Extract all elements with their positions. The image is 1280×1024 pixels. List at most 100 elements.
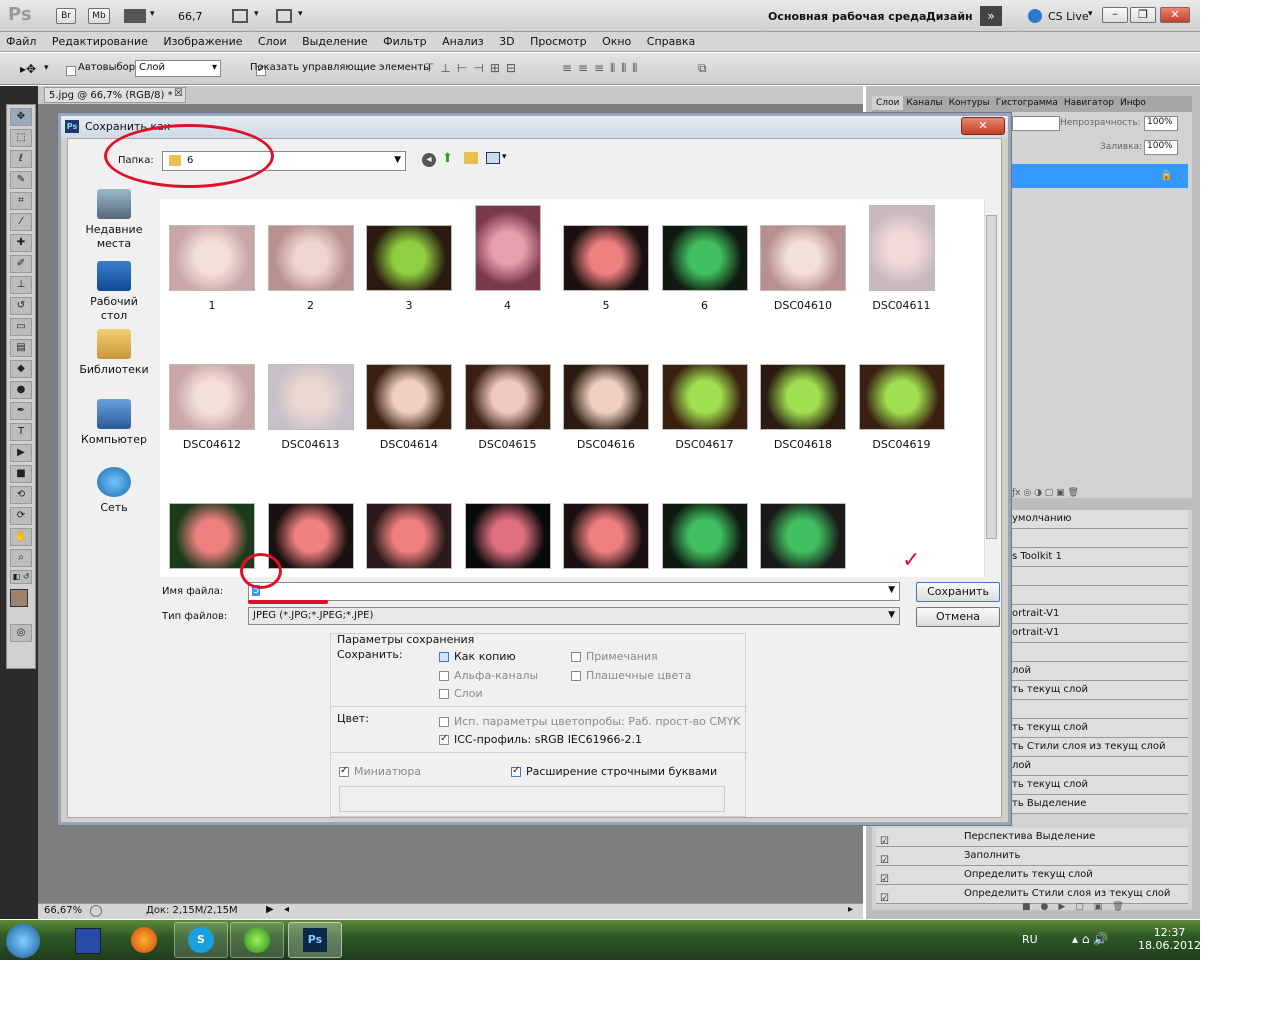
alpha-option[interactable]: Альфа-каналы <box>439 669 538 682</box>
place-recent[interactable]: Недавние места <box>76 189 152 251</box>
file-thumbnail[interactable] <box>365 483 453 577</box>
file-thumbnail[interactable]: DSC04616 <box>562 344 650 451</box>
clock[interactable]: 12:37 18.06.2012 <box>1138 926 1201 952</box>
new-folder-icon[interactable] <box>464 152 478 164</box>
action-row[interactable]: ть текущ слой <box>1008 719 1188 738</box>
chevron-down-icon[interactable]: ▾ <box>502 152 507 162</box>
mini-bridge-button[interactable]: Mb <box>88 8 110 24</box>
chevron-down-icon[interactable]: ▾ <box>298 9 303 19</box>
zoom-tool-icon[interactable]: ⌕ <box>10 549 32 567</box>
action-row[interactable]: ть Выделение <box>1008 795 1188 814</box>
action-row[interactable] <box>1008 529 1188 548</box>
scroll-right-icon[interactable]: ▸ <box>848 904 853 915</box>
cancel-button[interactable]: Отмена <box>916 607 1000 627</box>
action-row[interactable]: лой <box>1008 662 1188 681</box>
shape-tool-icon[interactable]: ■ <box>10 465 32 483</box>
hand-tool-icon[interactable]: ✋ <box>10 528 32 546</box>
opacity-value[interactable]: 100% <box>1144 116 1178 131</box>
scrollbar-thumb[interactable] <box>986 215 997 539</box>
path-select-icon[interactable]: ▶ <box>10 444 32 462</box>
type-tool-icon[interactable]: T <box>10 423 32 441</box>
blend-mode-dropdown[interactable] <box>1012 116 1060 131</box>
file-thumbnail[interactable] <box>562 483 650 577</box>
distribute-icons[interactable]: ≡≡≡⫴⫴⫴ <box>562 61 643 76</box>
menu-3d[interactable]: 3D <box>493 32 520 48</box>
filetype-dropdown[interactable]: JPEG (*.JPG;*.JPEG;*.JPE) ▼ <box>248 607 900 625</box>
menu-select[interactable]: Выделение <box>296 32 374 48</box>
action-row[interactable] <box>1008 586 1188 605</box>
gradient-tool-icon[interactable]: ▤ <box>10 339 32 357</box>
file-thumbnail[interactable]: DSC04617 <box>661 344 749 451</box>
view-menu-icon[interactable] <box>486 152 500 164</box>
arrange-documents-icon[interactable] <box>232 9 248 23</box>
close-button[interactable]: ✕ <box>1160 7 1190 23</box>
notes-checkbox[interactable] <box>571 652 581 662</box>
chevron-down-icon[interactable]: ▾ <box>254 9 259 19</box>
foreground-color-swatch[interactable] <box>10 589 28 607</box>
fill-value[interactable]: 100% <box>1144 140 1178 155</box>
file-thumbnail[interactable]: 5 <box>562 205 650 312</box>
place-libraries[interactable]: Библиотеки <box>76 329 152 377</box>
action-row[interactable]: ть текущ слой <box>1008 776 1188 795</box>
move-tool-icon[interactable]: ▸✥ <box>20 62 36 76</box>
move-tool-icon[interactable]: ✥ <box>10 108 32 126</box>
taskbar-floppy[interactable] <box>62 922 114 958</box>
notes-option[interactable]: Примечания <box>571 650 658 663</box>
close-tab-icon[interactable]: ☒ <box>174 88 183 99</box>
thumbnail-checkbox[interactable] <box>339 765 349 777</box>
start-button[interactable] <box>6 924 40 958</box>
pen-tool-icon[interactable]: ✒ <box>10 402 32 420</box>
status-menu-arrow-icon[interactable]: ▶ <box>266 904 274 915</box>
tab-paths[interactable]: Контуры <box>946 96 993 110</box>
zoom-level[interactable]: 66,7 <box>178 10 203 23</box>
action-row[interactable]: ortrait-V1 <box>1008 624 1188 643</box>
lowercase-option[interactable]: Расширение строчными буквами <box>511 765 717 778</box>
document-tab[interactable]: 5.jpg @ 66,7% (RGB/8) * <box>44 87 186 103</box>
action-toggle-checks[interactable]: ☑ ☑ ☑ ☑ <box>880 832 889 908</box>
file-thumbnail[interactable]: DSC04613 <box>267 344 355 451</box>
swap-colors-icon[interactable]: ◧ ↺ <box>10 570 32 584</box>
brush-tool-icon[interactable]: ✐ <box>10 255 32 273</box>
place-computer[interactable]: Компьютер <box>76 399 152 447</box>
cs-live-menu[interactable]: CS Live <box>1048 10 1089 23</box>
thumbnail-option[interactable]: Миниатюра <box>339 765 421 778</box>
tab-layers[interactable]: Слои <box>872 96 904 110</box>
icc-checkbox[interactable] <box>439 733 449 745</box>
menu-file[interactable]: Файл <box>0 32 42 48</box>
actions-footer-icons[interactable]: ■●▶▢▣🗑 <box>1022 902 1134 912</box>
file-thumbnail[interactable]: DSC04619 <box>858 344 946 451</box>
tab-info[interactable]: Инфо <box>1117 96 1149 110</box>
as-copy-option[interactable]: Как копию <box>439 650 516 663</box>
action-row[interactable]: ть Стили слоя из текущ слой <box>1008 738 1188 757</box>
autoselect-dropdown[interactable]: Слой ▾ <box>135 60 221 77</box>
file-thumbnail[interactable]: DSC04611 <box>858 205 946 312</box>
action-row[interactable]: s Toolkit 1 <box>1008 548 1188 567</box>
filename-input[interactable]: 5 ▼ <box>248 582 900 601</box>
chevron-down-icon[interactable]: ▾ <box>150 9 155 19</box>
autoselect-checkbox[interactable] <box>66 66 76 76</box>
back-icon[interactable]: ◂ <box>422 153 436 167</box>
grid-scrollbar[interactable] <box>984 199 998 577</box>
quick-mask-icon[interactable]: ◎ <box>10 624 32 642</box>
3d-rotate-icon[interactable]: ⟲ <box>10 486 32 504</box>
file-thumbnail[interactable] <box>661 483 749 577</box>
menu-window[interactable]: Окно <box>596 32 637 48</box>
align-icons[interactable]: ⊤⊥⊢⊣⊞⊟ <box>424 61 522 75</box>
menu-help[interactable]: Справка <box>641 32 701 48</box>
spot-option[interactable]: Плашечные цвета <box>571 669 691 682</box>
taskbar-icq[interactable] <box>230 922 284 958</box>
auto-align-icon[interactable]: ⧉ <box>698 61 707 76</box>
alpha-checkbox[interactable] <box>439 671 449 681</box>
action-row[interactable]: Перспектива Выделение <box>876 828 1188 847</box>
layers-checkbox[interactable] <box>439 689 449 699</box>
tab-channels[interactable]: Каналы <box>903 96 945 110</box>
dialog-close-button[interactable]: ✕ <box>961 117 1005 135</box>
file-thumbnail[interactable]: 1 <box>168 205 256 312</box>
menu-filter[interactable]: Фильтр <box>377 32 433 48</box>
stamp-tool-icon[interactable]: ⊥ <box>10 276 32 294</box>
minimize-button[interactable]: – <box>1102 7 1128 23</box>
status-zoom[interactable]: 66,67% <box>44 905 82 916</box>
more-workspaces-icon[interactable]: » <box>980 6 1002 26</box>
action-row[interactable] <box>1008 567 1188 586</box>
tray-icons[interactable]: ▴ ⌂ 🔊 <box>1072 932 1108 946</box>
